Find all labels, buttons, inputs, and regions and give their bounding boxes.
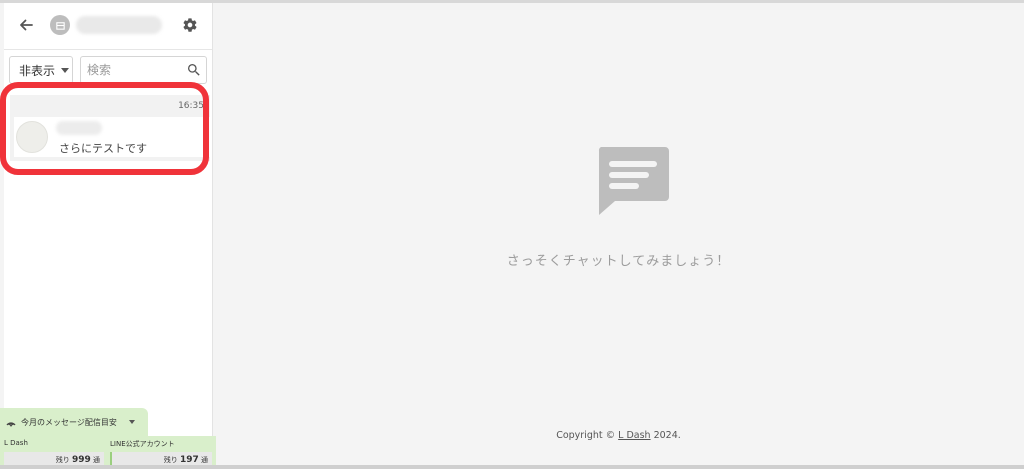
filter-selected-label: 非表示 xyxy=(19,63,56,78)
sidebar-header xyxy=(4,3,212,50)
contact-name-redacted xyxy=(56,121,102,135)
copyright-footer: Copyright © L Dash 2024. xyxy=(213,430,1024,441)
signal-icon xyxy=(6,422,16,427)
chevron-down-icon xyxy=(129,420,135,424)
ldash-link[interactable]: L Dash xyxy=(618,430,650,441)
delivery-widget-toggle[interactable]: 今月のメッセージ配信目安 xyxy=(0,408,148,436)
sidebar-toolbar: 非表示 xyxy=(4,50,212,90)
chat-sidebar: 非表示 16:35 さらにテストです xyxy=(4,3,213,465)
visibility-filter-dropdown[interactable]: 非表示 xyxy=(9,56,73,84)
quota-remaining: 残り 999 通 xyxy=(55,455,100,465)
delivery-widget-title: 今月のメッセージ配信目安 xyxy=(21,418,117,427)
search-input[interactable] xyxy=(87,61,179,79)
chevron-down-icon xyxy=(61,67,70,73)
quota-label: L Dash xyxy=(4,439,28,447)
conversation-card: さらにテストです xyxy=(14,117,210,157)
conversation-preview-text: さらにテストです xyxy=(59,142,147,155)
conversation-timestamp: 16:35 xyxy=(178,101,204,111)
gear-icon xyxy=(183,18,197,32)
chat-main-area: さっそくチャットしてみましょう！ Copyright © L Dash 2024… xyxy=(213,3,1024,465)
empty-state-message: さっそくチャットしてみましょう！ xyxy=(506,254,731,269)
settings-button[interactable] xyxy=(178,13,202,37)
back-button[interactable] xyxy=(14,13,38,37)
avatar xyxy=(16,121,48,153)
quota-remaining: 残り 197 通 xyxy=(163,455,208,465)
search-field xyxy=(80,56,207,84)
copyright-suffix: 2024. xyxy=(650,430,681,441)
store-avatar xyxy=(50,15,70,35)
chat-bubble-icon xyxy=(598,147,669,215)
conversation-list-item[interactable]: 16:35 さらにテストです xyxy=(10,95,210,161)
arrow-left-icon xyxy=(20,19,33,31)
quota-label: LINE公式アカウント xyxy=(110,440,175,448)
account-name-redacted xyxy=(76,16,162,34)
copyright-prefix: Copyright © xyxy=(556,430,619,441)
search-icon[interactable] xyxy=(186,62,202,78)
store-icon xyxy=(55,21,65,30)
message-delivery-widget: 今月のメッセージ配信目安 L Dash 残り 999 通 LINE公式アカウント… xyxy=(0,408,216,469)
bottom-border xyxy=(0,465,1024,469)
